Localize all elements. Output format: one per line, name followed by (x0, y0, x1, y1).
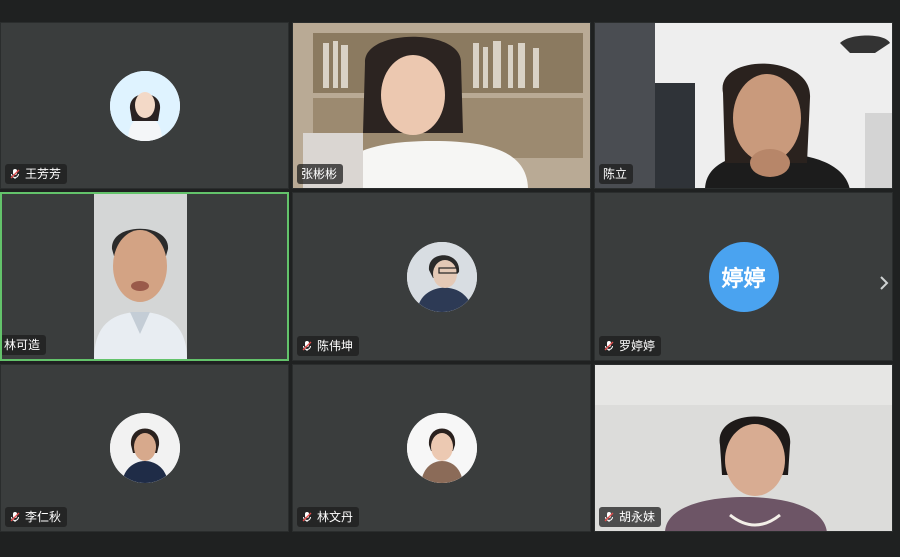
participant-name-tag: 李仁秋 (5, 507, 68, 527)
participant-name-tag: 罗婷婷 (599, 336, 662, 356)
top-bar (0, 0, 900, 22)
participant-name: 王芳芳 (25, 167, 62, 181)
participant-tile-4[interactable]: 林可造 (0, 192, 289, 361)
muted-icon (302, 341, 312, 351)
participant-tile-9[interactable]: 胡永妹 (594, 364, 893, 532)
participant-name-tag: 林文丹 (297, 507, 360, 527)
participant-avatar: 婷婷 (708, 241, 779, 312)
participant-avatar (109, 70, 180, 141)
muted-icon (302, 512, 312, 522)
muted-icon (604, 512, 614, 522)
participant-video (595, 23, 892, 188)
participant-avatar (109, 413, 180, 483)
muted-icon (604, 341, 614, 351)
participant-name: 林文丹 (317, 510, 354, 524)
participant-name: 罗婷婷 (619, 339, 656, 353)
participant-name: 陈伟坤 (317, 339, 354, 353)
participant-tile-1[interactable]: 王芳芳 (0, 22, 289, 189)
participant-name-tag: 陈立 (599, 164, 634, 184)
video-grid: 王芳芳 张彬彬 陈立 林可造 陈伟坤 婷婷 罗婷婷 李仁秋 林文丹 胡永妹 (0, 22, 900, 532)
participant-name: 陈立 (603, 167, 628, 181)
participant-avatar (406, 413, 477, 483)
avatar-text: 婷婷 (721, 266, 766, 292)
bottom-bar (0, 532, 900, 557)
participant-name-tag: 王芳芳 (5, 164, 68, 184)
participant-tile-3[interactable]: 陈立 (594, 22, 893, 189)
participant-video (94, 194, 187, 359)
participant-name-tag: 林可造 (2, 335, 47, 355)
participant-name-tag: 张彬彬 (297, 164, 344, 184)
participant-name-tag: 陈伟坤 (297, 336, 360, 356)
participant-name: 胡永妹 (619, 510, 656, 524)
participant-name-tag: 胡永妹 (599, 507, 662, 527)
participant-tile-7[interactable]: 李仁秋 (0, 364, 289, 532)
participant-tile-5[interactable]: 陈伟坤 (292, 192, 591, 361)
participant-name: 林可造 (4, 338, 41, 352)
muted-icon (10, 169, 20, 179)
participant-tile-8[interactable]: 林文丹 (292, 364, 591, 532)
participant-avatar (406, 241, 477, 312)
muted-icon (10, 512, 20, 522)
participant-tile-2[interactable]: 张彬彬 (292, 22, 591, 189)
chevron-right-icon[interactable] (876, 270, 892, 296)
participant-tile-6[interactable]: 婷婷 罗婷婷 (594, 192, 893, 361)
participant-name: 李仁秋 (25, 510, 62, 524)
participant-name: 张彬彬 (301, 167, 338, 181)
